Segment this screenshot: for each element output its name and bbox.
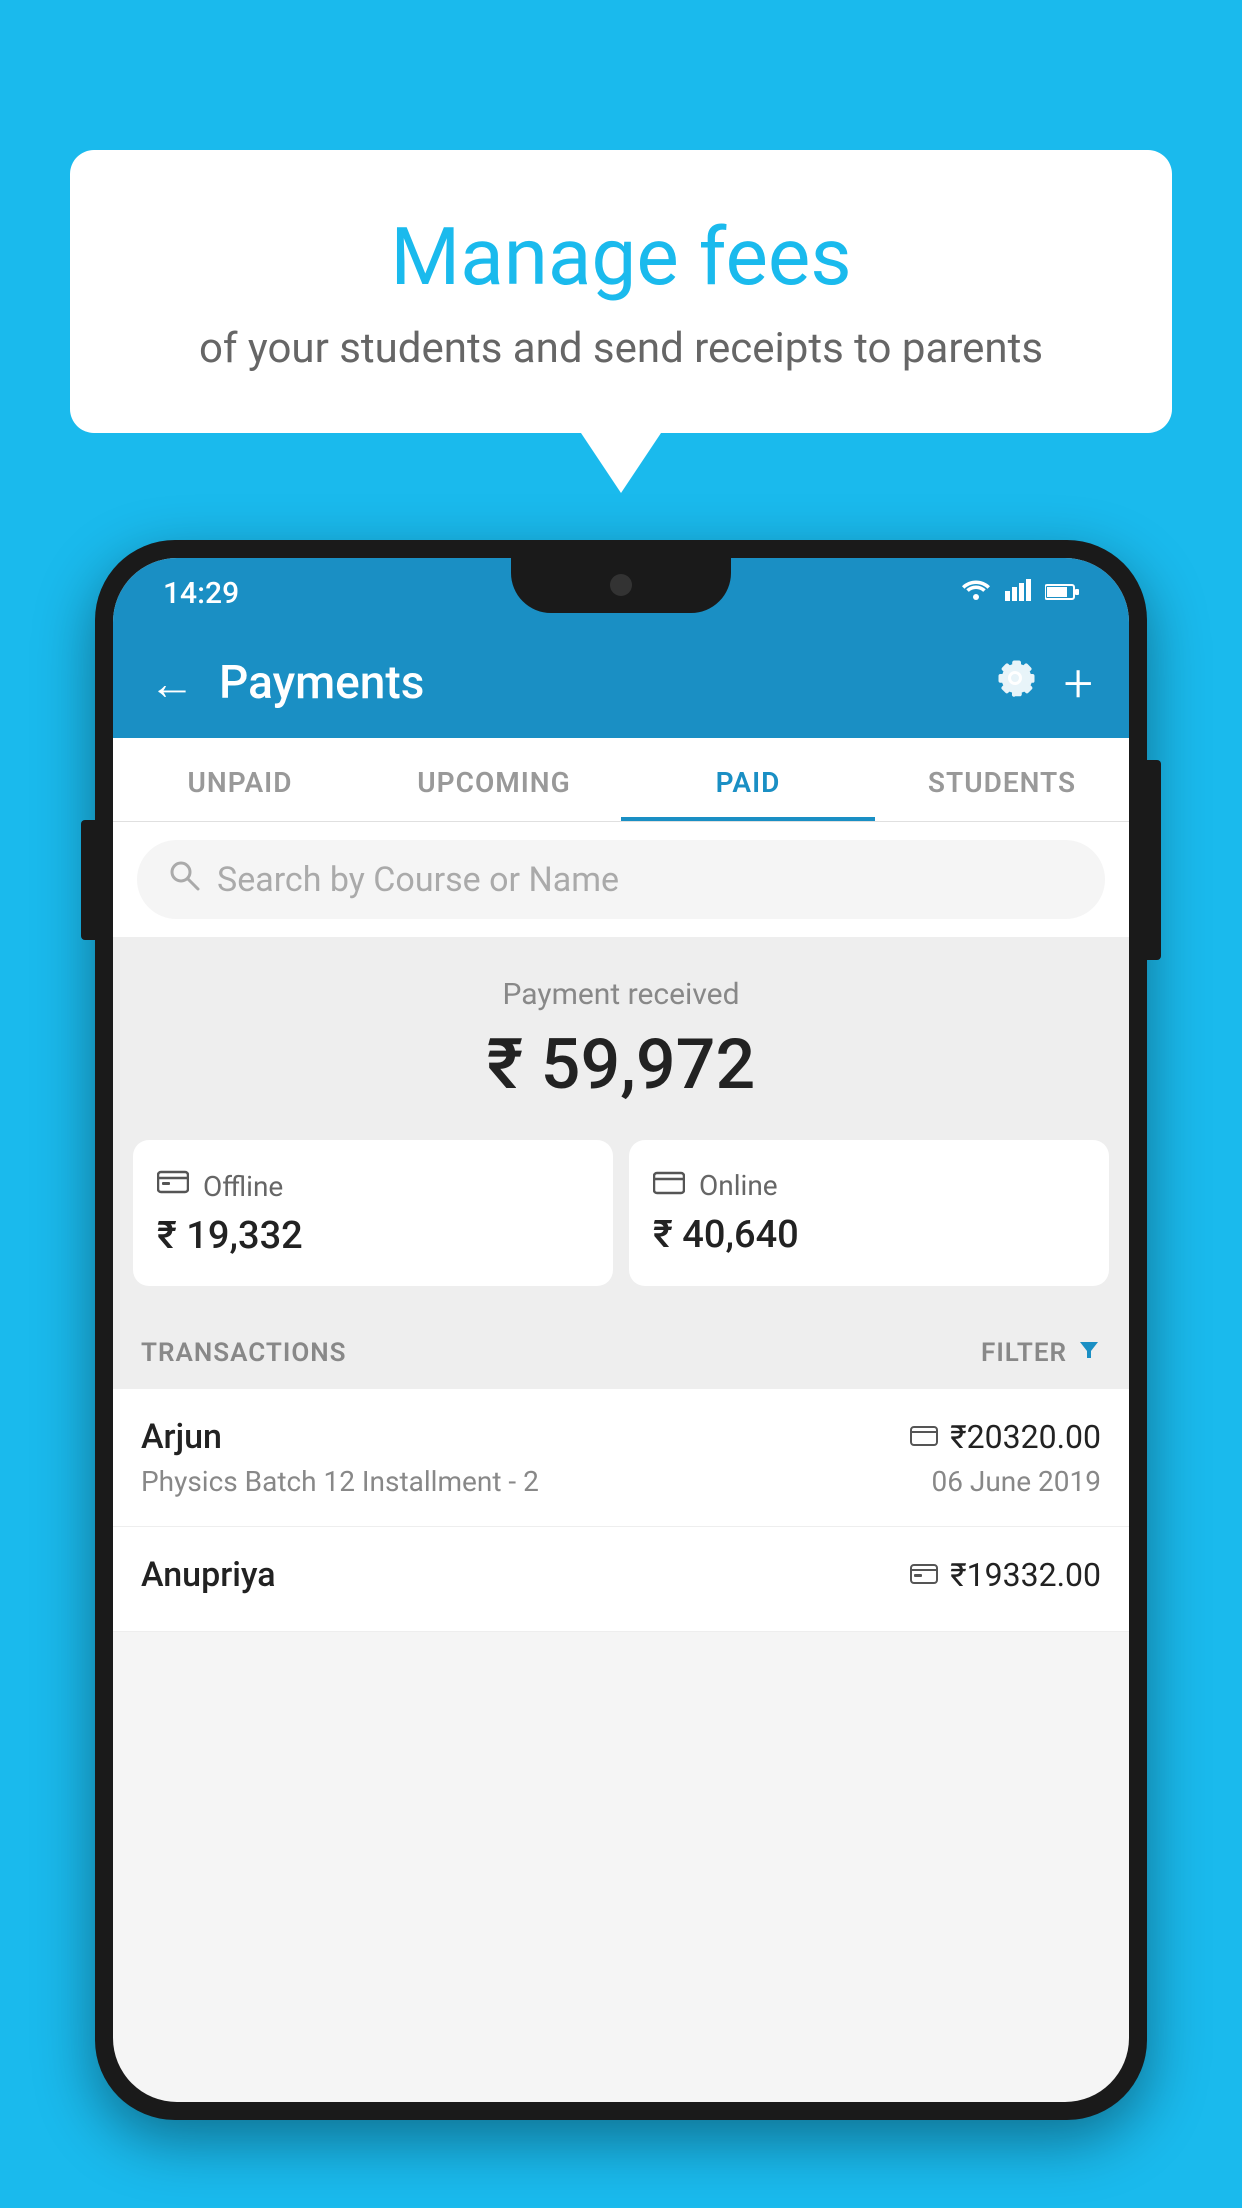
card-payment-icon-1 [910, 1421, 938, 1454]
wifi-icon [961, 579, 991, 607]
search-placeholder: Search by Course or Name [217, 860, 619, 900]
back-button[interactable]: ← [149, 656, 195, 711]
tab-students[interactable]: STUDENTS [875, 738, 1129, 821]
offline-label: Offline [203, 1170, 283, 1203]
filter-label: FILTER [981, 1338, 1067, 1368]
bubble-title: Manage fees [130, 210, 1112, 304]
phone-screen: 14:29 [113, 558, 1129, 2102]
transaction-top-1: Arjun ₹20320.00 [141, 1417, 1101, 1457]
phone-container: 14:29 [95, 540, 1147, 2208]
payment-received-label: Payment received [143, 977, 1099, 1012]
transaction-name-2: Anupriya [141, 1555, 276, 1595]
transactions-label: TRANSACTIONS [141, 1338, 347, 1368]
transaction-row[interactable]: Arjun ₹20320.00 Physics [113, 1389, 1129, 1527]
status-time: 14:29 [163, 576, 239, 611]
offline-card-header: Offline [157, 1168, 589, 1204]
transaction-date-1: 06 June 2019 [931, 1465, 1101, 1498]
tabs-container: UNPAID UPCOMING PAID STUDENTS [113, 738, 1129, 822]
search-icon [167, 858, 201, 901]
payment-cards-row: Offline ₹ 19,332 Online ₹ 4 [113, 1140, 1129, 1316]
transaction-top-2: Anupriya ₹19332.00 [141, 1555, 1101, 1595]
online-label: Online [699, 1169, 778, 1202]
search-box[interactable]: Search by Course or Name [137, 840, 1105, 919]
status-bar: 14:29 [113, 558, 1129, 628]
filter-button[interactable]: FILTER [981, 1336, 1101, 1369]
search-container: Search by Course or Name [113, 822, 1129, 937]
app-bar: ← Payments + [113, 628, 1129, 738]
offline-amount: ₹ 19,332 [157, 1214, 589, 1258]
speech-bubble-container: Manage fees of your students and send re… [70, 150, 1172, 493]
filter-icon [1077, 1336, 1101, 1369]
add-button[interactable]: + [1064, 653, 1093, 714]
settings-icon[interactable] [994, 657, 1036, 710]
speech-bubble-tail [581, 433, 661, 493]
status-icons [961, 579, 1079, 607]
transaction-amount-wrap-1: ₹20320.00 [910, 1418, 1101, 1456]
transaction-amount-2: ₹19332.00 [950, 1556, 1101, 1594]
app-bar-icons: + [994, 653, 1093, 714]
tab-paid[interactable]: PAID [621, 738, 875, 821]
tab-unpaid[interactable]: UNPAID [113, 738, 367, 821]
battery-icon [1045, 579, 1079, 607]
signal-icon [1005, 579, 1031, 607]
online-amount: ₹ 40,640 [653, 1213, 1085, 1257]
phone-outer: 14:29 [95, 540, 1147, 2120]
online-card: Online ₹ 40,640 [629, 1140, 1109, 1286]
transaction-bottom-1: Physics Batch 12 Installment - 2 06 June… [141, 1465, 1101, 1498]
transaction-row-2[interactable]: Anupriya ₹19332.00 [113, 1527, 1129, 1632]
payment-received-amount: ₹ 59,972 [143, 1024, 1099, 1106]
offline-icon [157, 1168, 189, 1204]
online-card-header: Online [653, 1168, 1085, 1203]
speech-bubble: Manage fees of your students and send re… [70, 150, 1172, 433]
bubble-subtitle: of your students and send receipts to pa… [130, 324, 1112, 373]
transaction-amount-1: ₹20320.00 [950, 1418, 1101, 1456]
offline-payment-icon-2 [910, 1559, 938, 1592]
transactions-header: TRANSACTIONS FILTER [113, 1316, 1129, 1389]
app-bar-title: Payments [219, 656, 970, 710]
transaction-course-1: Physics Batch 12 Installment - 2 [141, 1465, 539, 1498]
online-icon [653, 1168, 685, 1203]
camera-notch [610, 574, 632, 596]
transaction-amount-wrap-2: ₹19332.00 [910, 1556, 1101, 1594]
transactions-list: Arjun ₹20320.00 Physics [113, 1389, 1129, 1632]
offline-card: Offline ₹ 19,332 [133, 1140, 613, 1286]
tab-upcoming[interactable]: UPCOMING [367, 738, 621, 821]
transaction-name-1: Arjun [141, 1417, 222, 1457]
payment-received-section: Payment received ₹ 59,972 [113, 937, 1129, 1140]
